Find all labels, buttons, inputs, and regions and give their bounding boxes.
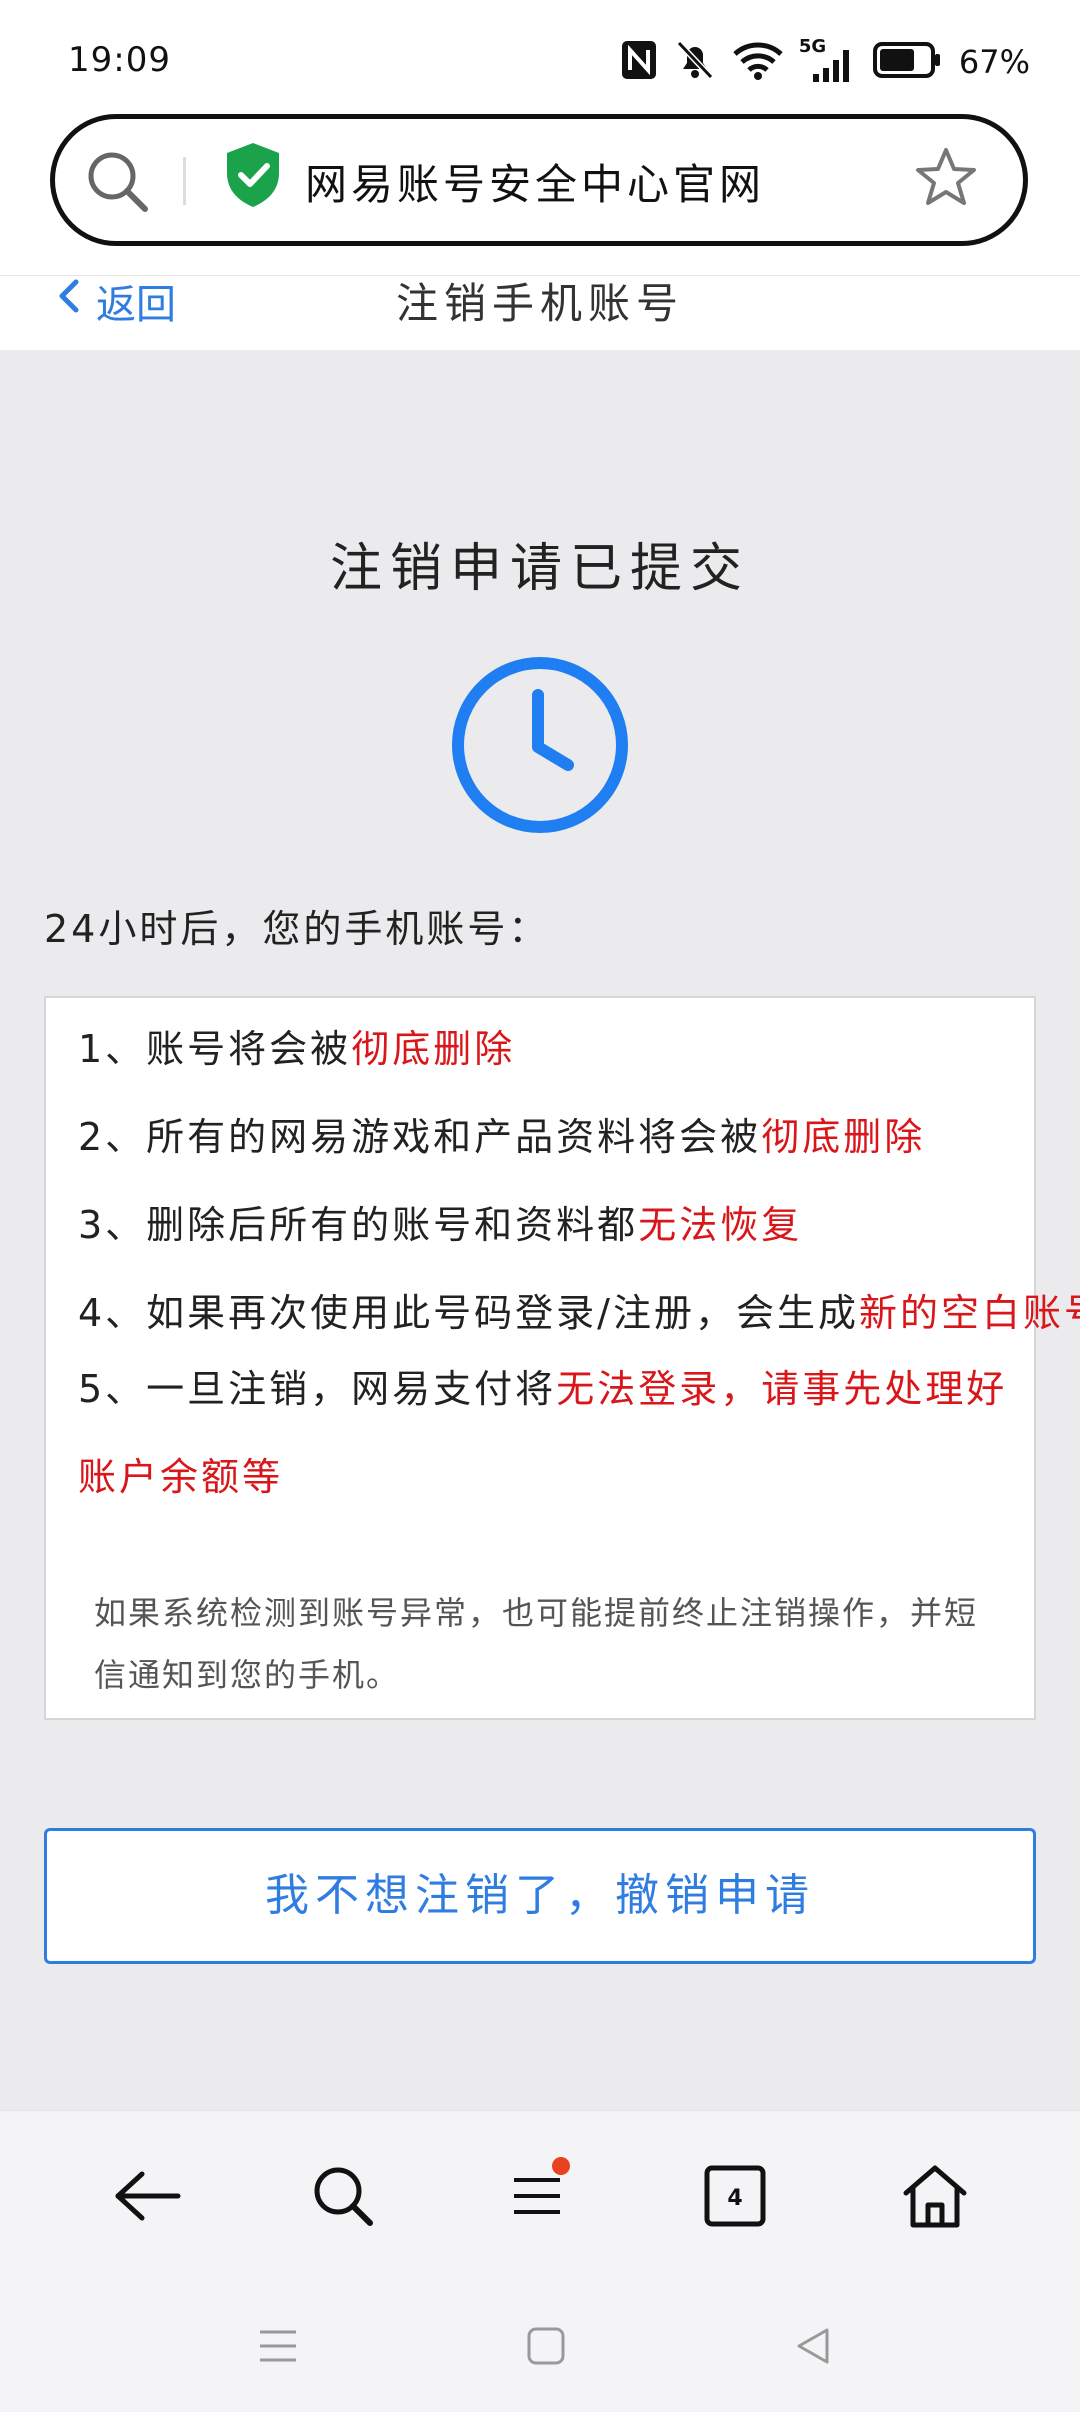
browser-url-area: 网易账号安全中心官网	[0, 110, 1080, 275]
back-button[interactable]	[102, 2153, 192, 2243]
url-divider	[183, 157, 186, 205]
main-content: 注销申请已提交 24小时后，您的手机账号： 1、账号将会被彻底删除 2、所有的网…	[0, 350, 1080, 2055]
submitted-title: 注销申请已提交	[329, 539, 750, 599]
battery-icon	[872, 42, 941, 82]
site-title[interactable]: 网易账号安全中心官网	[305, 151, 765, 212]
url-bar[interactable]: 网易账号安全中心官网	[50, 114, 1028, 246]
notice-box: 1、账号将会被彻底删除 2、所有的网易游戏和产品资料将会被彻底删除 3、删除后所…	[44, 996, 1080, 1720]
notice-footnote: 如果系统检测到账号异常，也可能提前终止注销操作，并短信通知到您的手机。	[94, 1594, 979, 1694]
status-time: 19:09	[68, 40, 171, 80]
notice-item: 1、账号将会被彻底删除	[78, 1027, 516, 1071]
mute-bell-icon	[675, 39, 715, 85]
page-header-title: 注销手机账号	[395, 279, 684, 328]
search-icon	[310, 2163, 376, 2233]
star-icon[interactable]	[913, 145, 979, 215]
browser-toolbar: 4	[0, 2110, 1080, 2281]
search-button[interactable]	[298, 2153, 388, 2243]
system-back-button[interactable]	[785, 2320, 841, 2376]
tab-count: 4	[727, 2185, 743, 2211]
notice-item: 5、一旦注销，网易支付将无法登录，请事先处理好账户余额等	[78, 1367, 1008, 1499]
square-icon	[526, 2326, 566, 2370]
home-button[interactable]	[890, 2153, 980, 2243]
nfc-icon	[621, 40, 657, 84]
notice-item: 2、所有的网易游戏和产品资料将会被彻底删除	[78, 1115, 926, 1159]
triangle-back-icon	[793, 2326, 833, 2370]
menu-icon	[512, 2174, 562, 2222]
recents-icon	[258, 2328, 298, 2368]
back-arrow-icon	[112, 2168, 182, 2228]
clock-icon	[450, 655, 630, 839]
system-home-button[interactable]	[518, 2320, 574, 2376]
wifi-icon	[733, 40, 783, 84]
notice-item: 4、如果再次使用此号码登录/注册，会生成新的空白账号	[78, 1291, 1080, 1335]
search-icon[interactable]	[85, 149, 151, 219]
intro-text: 24小时后，您的手机账号：	[44, 907, 550, 951]
menu-button[interactable]	[492, 2153, 582, 2243]
revoke-cancellation-button[interactable]: 我不想注销了，撤销申请	[44, 1828, 1036, 1964]
page-header: 返回 注销手机账号	[0, 275, 1080, 351]
status-bar: 19:09 5G 67%	[0, 0, 1080, 110]
notice-item: 3、删除后所有的账号和资料都无法恢复	[78, 1203, 803, 1247]
recents-button[interactable]	[250, 2320, 306, 2376]
network-type: 5G	[798, 36, 827, 57]
notification-dot	[552, 2157, 570, 2175]
battery-percent: 67%	[958, 43, 1030, 81]
system-navigation	[0, 2280, 1080, 2412]
signal-5g-icon: 5G	[799, 36, 855, 82]
status-icons: 5G 67%	[621, 36, 1030, 88]
shield-check-icon	[223, 141, 283, 213]
home-icon	[900, 2163, 970, 2233]
tabs-button[interactable]: 4	[690, 2153, 780, 2243]
